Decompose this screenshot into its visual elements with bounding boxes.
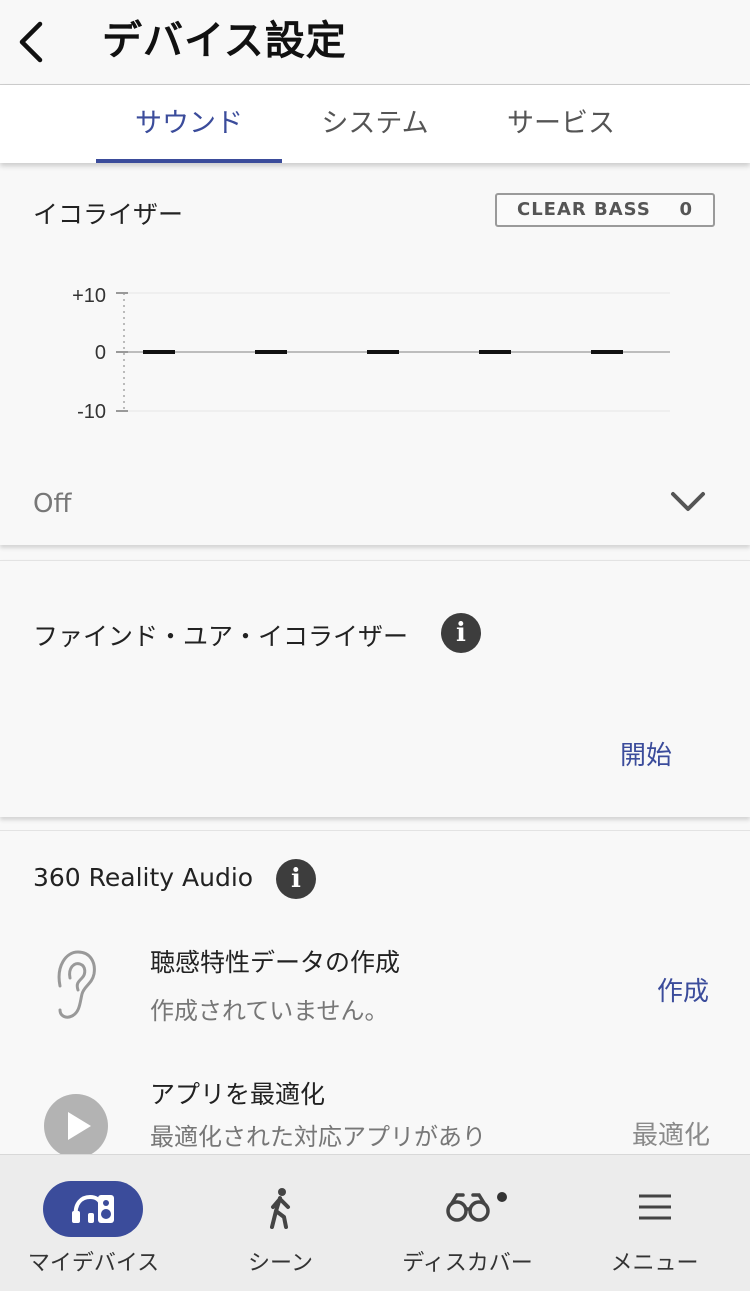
nav-menu[interactable]: メニュー bbox=[561, 1155, 748, 1291]
nav-discover[interactable]: ディスカバー bbox=[374, 1155, 561, 1291]
clear-bass-value: 0 bbox=[679, 199, 693, 220]
tab-services[interactable]: サービス bbox=[468, 85, 654, 163]
find-your-equalizer-section: ファインド・ユア・イコライザー i 開始 bbox=[0, 560, 750, 817]
info-icon[interactable]: i bbox=[276, 859, 316, 899]
optimize-button[interactable]: 最適化 bbox=[632, 1115, 710, 1152]
reality-audio-section: 360 Reality Audio i 聴感特性データの作成 作成されていません… bbox=[0, 830, 750, 1161]
chevron-down-icon bbox=[671, 492, 705, 511]
eq-band-level[interactable] bbox=[367, 350, 399, 354]
eq-expand-button[interactable] bbox=[668, 487, 708, 517]
tab-sound[interactable]: サウンド bbox=[96, 85, 282, 163]
eq-preset-value: Off bbox=[33, 489, 72, 519]
eq-band-level[interactable] bbox=[479, 350, 511, 354]
find-your-eq-title: ファインド・ユア・イコライザー bbox=[33, 622, 409, 651]
nav-label: ディスカバー bbox=[402, 1251, 533, 1276]
info-icon[interactable]: i bbox=[441, 613, 481, 653]
eq-band-level[interactable] bbox=[591, 350, 623, 354]
nav-my-device[interactable]: マイデバイス bbox=[0, 1155, 187, 1291]
play-icon bbox=[44, 1094, 108, 1158]
eq-axis-mid-label: 0 bbox=[95, 342, 106, 364]
walking-person-icon bbox=[270, 1188, 290, 1229]
my-device-icon bbox=[72, 1194, 114, 1223]
binoculars-icon bbox=[446, 1193, 490, 1222]
tab-bar: サウンド システム サービス bbox=[0, 85, 750, 163]
eq-axis-max-label: +10 bbox=[72, 285, 106, 307]
chevron-left-icon bbox=[19, 21, 43, 63]
ear-icon bbox=[57, 950, 96, 1019]
nav-label: メニュー bbox=[610, 1251, 699, 1276]
eq-band-level[interactable] bbox=[143, 350, 175, 354]
optimize-apps-title: アプリを最適化 bbox=[150, 1080, 326, 1109]
active-tab-indicator bbox=[96, 159, 282, 163]
notification-dot-icon bbox=[497, 1192, 507, 1202]
back-button[interactable] bbox=[14, 18, 54, 66]
hearing-profile-title: 聴感特性データの作成 bbox=[150, 948, 401, 977]
tab-system[interactable]: システム bbox=[282, 85, 468, 163]
hearing-profile-status: 作成されていません。 bbox=[150, 997, 389, 1025]
start-button[interactable]: 開始 bbox=[620, 735, 672, 772]
app-header: デバイス設定 bbox=[0, 0, 750, 85]
page-title: デバイス設定 bbox=[102, 18, 347, 64]
clear-bass-badge[interactable]: CLEAR BASS 0 bbox=[495, 193, 715, 227]
hamburger-menu-icon bbox=[639, 1194, 671, 1220]
equalizer-section: イコライザー CLEAR BASS 0 +10 0 -10 Off bbox=[0, 163, 750, 545]
equalizer-graph[interactable]: +10 0 -10 bbox=[0, 273, 750, 433]
eq-band-level[interactable] bbox=[255, 350, 287, 354]
bottom-navigation: マイデバイス シーン ディスカバー メニュー bbox=[0, 1154, 750, 1291]
nav-scene[interactable]: シーン bbox=[187, 1155, 374, 1291]
equalizer-title: イコライザー bbox=[33, 200, 184, 229]
clear-bass-label: CLEAR BASS bbox=[517, 199, 651, 220]
nav-label: シーン bbox=[248, 1251, 313, 1276]
create-button[interactable]: 作成 bbox=[657, 971, 709, 1008]
reality-audio-title: 360 Reality Audio bbox=[33, 863, 254, 892]
optimize-apps-status: 最適化された対応アプリがあり bbox=[150, 1123, 486, 1151]
nav-label: マイデバイス bbox=[27, 1251, 160, 1276]
eq-axis-min-label: -10 bbox=[77, 401, 106, 423]
